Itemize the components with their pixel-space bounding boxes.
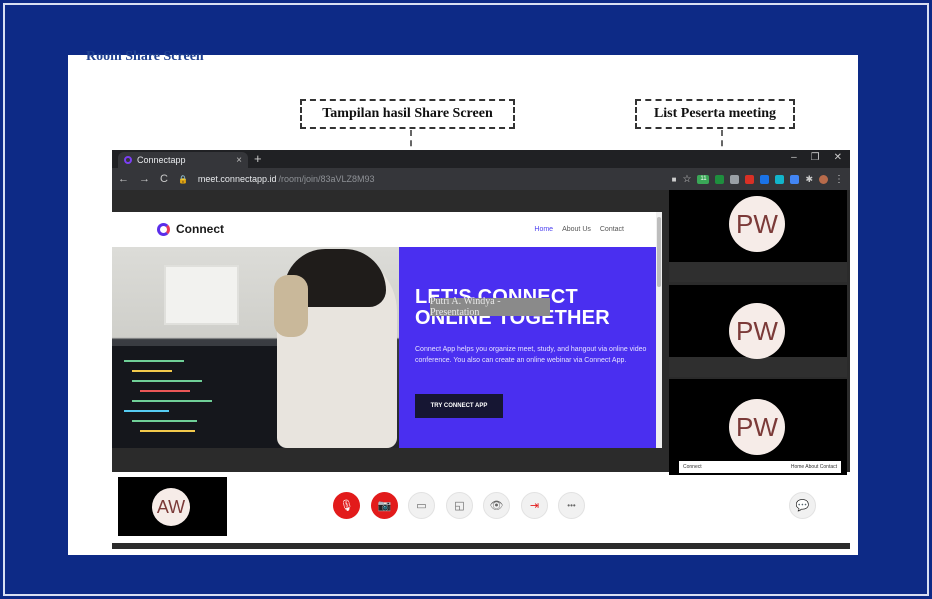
chat-button[interactable]: 💬 bbox=[789, 492, 816, 519]
code-line bbox=[124, 410, 169, 412]
maximize-button[interactable]: ❐ bbox=[811, 152, 820, 163]
participant-avatar: PW bbox=[729, 399, 785, 455]
close-window-button[interactable]: ✕ bbox=[834, 152, 842, 163]
browser-tab[interactable]: Connectapp × bbox=[118, 152, 248, 168]
favicon-icon bbox=[124, 156, 132, 164]
connect-logo-icon bbox=[157, 222, 170, 236]
shared-site-nav-links: Home About Us Contact bbox=[534, 226, 624, 233]
new-tab-button[interactable]: + bbox=[254, 151, 262, 166]
extension-icon[interactable] bbox=[745, 174, 755, 184]
shared-screen: Connect Home About Us Contact LET'S CONN… bbox=[112, 212, 662, 448]
shared-nav-about: About Us bbox=[562, 226, 591, 233]
extension-icon[interactable] bbox=[790, 174, 800, 184]
photo-shelf bbox=[164, 265, 239, 325]
participant-tile[interactable]: PW bbox=[669, 190, 847, 282]
back-icon[interactable]: ← bbox=[118, 173, 129, 185]
extension-icon[interactable] bbox=[730, 174, 740, 184]
callout-share-screen-label: Tampilan hasil Share Screen bbox=[322, 106, 493, 121]
participant-mini-logo: Connect bbox=[683, 464, 702, 470]
callout-participants: List Peserta meeting bbox=[635, 99, 795, 129]
participant-mini-screen: Connect Home About Contact bbox=[679, 461, 841, 473]
bookmark-star-icon[interactable]: ☆ bbox=[682, 174, 691, 185]
whiteboard-button[interactable]: ◱ bbox=[446, 492, 473, 519]
extension-icon[interactable] bbox=[775, 174, 785, 184]
meeting-viewport: Connect Home About Us Contact LET'S CONN… bbox=[112, 190, 850, 475]
callout-participants-label: List Peserta meeting bbox=[653, 106, 777, 121]
camera-off-button[interactable]: 📷 bbox=[371, 492, 398, 519]
leave-icon: ⇥ bbox=[529, 500, 540, 512]
camera-indicator-icon[interactable]: ■ bbox=[672, 175, 677, 184]
window-controls: – ❐ ✕ bbox=[791, 152, 842, 163]
code-line bbox=[132, 370, 172, 372]
extension-badge-icon[interactable]: 11 bbox=[697, 174, 710, 184]
bottom-taskbar-strip bbox=[112, 543, 850, 549]
tab-title: Connectapp bbox=[137, 155, 186, 165]
code-line bbox=[124, 360, 184, 362]
url-host: meet.connectapp.id bbox=[197, 174, 277, 184]
address-bar: ← → C 🔒 meet.connectapp.id/room/join/83a… bbox=[112, 168, 850, 190]
shared-nav-contact: Contact bbox=[599, 226, 624, 233]
shared-nav-home: Home bbox=[534, 226, 554, 233]
hero-panel: LET'S CONNECT ONLINE TOGETHER Connect Ap… bbox=[399, 247, 662, 448]
extensions-puzzle-icon[interactable]: ✱ bbox=[805, 174, 813, 185]
self-view: AW bbox=[118, 477, 227, 536]
extension-icons: ■ ☆ 11 ✱ ⋮ bbox=[672, 174, 844, 185]
shared-site-logo-text: Connect bbox=[176, 222, 224, 236]
hero-description: Connect App helps you organize meet, stu… bbox=[415, 346, 647, 364]
whiteboard-icon: ◱ bbox=[454, 500, 465, 512]
view-mode-button[interactable]: 👁 bbox=[483, 492, 510, 519]
code-line bbox=[132, 380, 202, 382]
browser-menu-icon[interactable]: ⋮ bbox=[834, 174, 844, 185]
code-line bbox=[132, 420, 197, 422]
more-options-button[interactable]: ••• bbox=[558, 492, 585, 519]
more-icon: ••• bbox=[567, 501, 576, 510]
profile-avatar-icon[interactable] bbox=[819, 174, 828, 184]
callout-share-screen: Tampilan hasil Share Screen bbox=[300, 99, 515, 129]
participant-tile[interactable]: PW Connect Home About Contact bbox=[669, 379, 847, 475]
participant-mini-nav: Home About Contact bbox=[790, 464, 837, 470]
tab-close-icon[interactable]: × bbox=[236, 155, 242, 166]
extension-icon[interactable] bbox=[715, 174, 725, 184]
eye-icon: 👁 bbox=[489, 500, 504, 512]
minimize-button[interactable]: – bbox=[791, 152, 797, 163]
chat-icon: 💬 bbox=[795, 500, 810, 512]
photo-monitor bbox=[112, 346, 282, 448]
mic-off-icon: 🎙 bbox=[339, 500, 354, 512]
shared-site-navbar: Connect Home About Us Contact bbox=[112, 212, 662, 247]
hero-photo bbox=[112, 247, 399, 448]
self-avatar: AW bbox=[152, 488, 190, 526]
url-path: /room/join/83aVLZ8M93 bbox=[278, 174, 375, 184]
participant-tile[interactable]: PW bbox=[669, 285, 847, 377]
try-connect-app-button: TRY CONNECT APP bbox=[415, 394, 503, 418]
participant-avatar: PW bbox=[729, 303, 785, 359]
shared-site-logo: Connect bbox=[157, 222, 224, 236]
participant-avatar: PW bbox=[729, 196, 785, 252]
screen-share-icon: ▭ bbox=[416, 500, 427, 512]
participant-list: PW PW PW Connect Home About Contact bbox=[669, 190, 850, 475]
forward-icon[interactable]: → bbox=[139, 173, 150, 185]
participant-tile-footer bbox=[669, 357, 847, 377]
share-screen-button[interactable]: ▭ bbox=[408, 492, 435, 519]
headphones-icon bbox=[274, 275, 308, 337]
code-line bbox=[140, 390, 190, 392]
leave-meeting-button[interactable]: ⇥ bbox=[521, 492, 548, 519]
section-title: Room Share Screen bbox=[86, 49, 204, 64]
lock-icon: 🔒 bbox=[177, 174, 188, 184]
camera-off-icon: 📷 bbox=[377, 500, 392, 512]
reload-icon[interactable]: C bbox=[160, 173, 168, 185]
presenter-label: Putri A. Windya - Presentation bbox=[430, 296, 550, 318]
mute-mic-button[interactable]: 🎙 bbox=[333, 492, 360, 519]
code-line bbox=[140, 430, 195, 432]
extension-icon[interactable] bbox=[760, 174, 770, 184]
participant-tile-footer bbox=[669, 262, 847, 282]
shared-scrollbar-thumb bbox=[657, 217, 661, 287]
url-field[interactable]: meet.connectapp.id/room/join/83aVLZ8M93 bbox=[198, 174, 375, 184]
code-line bbox=[132, 400, 212, 402]
tab-bar: Connectapp × + – ❐ ✕ bbox=[112, 150, 850, 168]
